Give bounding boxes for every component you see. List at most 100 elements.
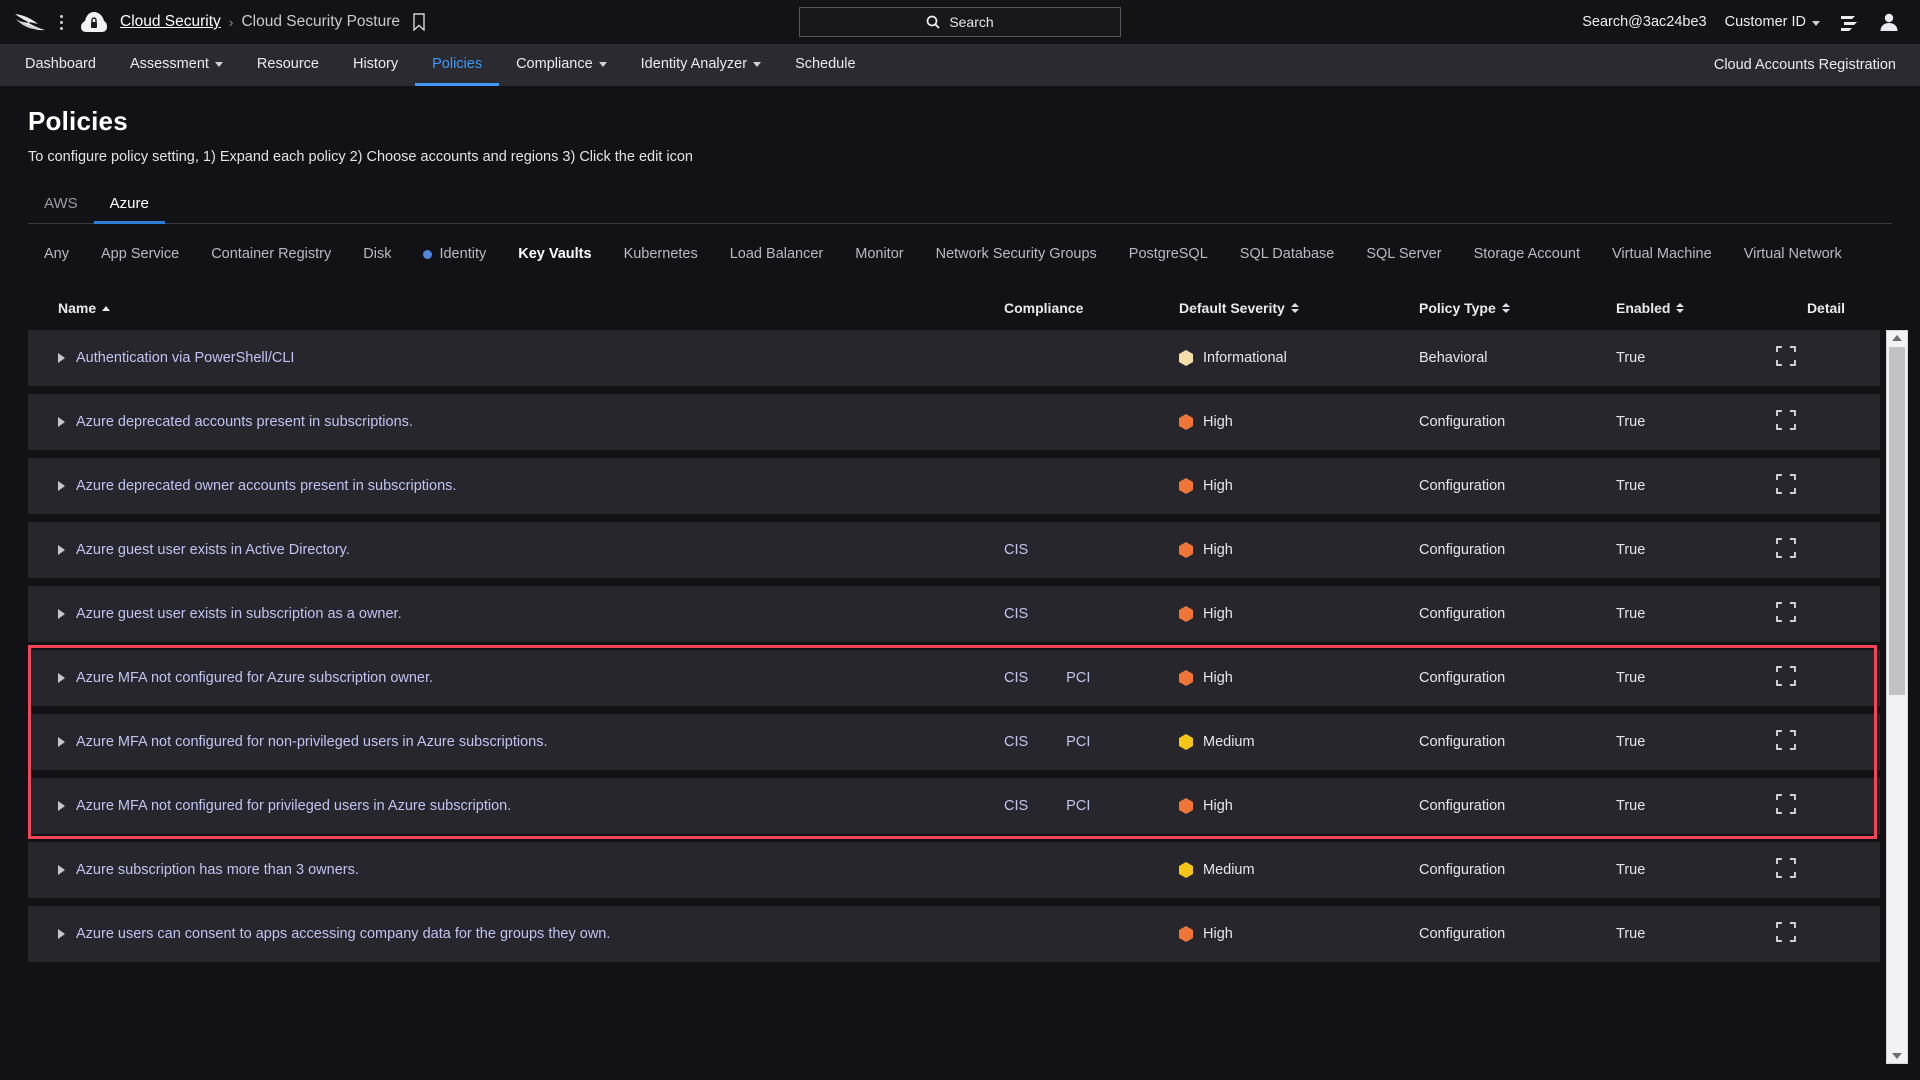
- policy-name-link[interactable]: Azure guest user exists in subscription …: [76, 606, 402, 622]
- nav-item-compliance[interactable]: Compliance: [499, 44, 624, 86]
- service-filter-virtual-machine[interactable]: Virtual Machine: [1596, 238, 1728, 270]
- kebab-menu-icon[interactable]: [52, 10, 70, 34]
- expand-row-icon[interactable]: [58, 353, 65, 363]
- column-header-name[interactable]: Name: [32, 300, 1004, 316]
- expand-detail-icon[interactable]: [1776, 538, 1796, 558]
- compliance-tag[interactable]: PCI: [1066, 734, 1090, 750]
- vertical-scrollbar[interactable]: [1886, 330, 1908, 1064]
- expand-detail-icon[interactable]: [1776, 922, 1796, 942]
- tab-azure[interactable]: Azure: [94, 189, 165, 224]
- customer-id-dropdown[interactable]: Customer ID: [1725, 14, 1820, 30]
- tab-aws[interactable]: AWS: [28, 189, 94, 224]
- service-filter-storage-account[interactable]: Storage Account: [1458, 238, 1596, 270]
- service-filter-monitor[interactable]: Monitor: [839, 238, 919, 270]
- chevron-down-icon: [215, 62, 223, 67]
- table-row[interactable]: Azure guest user exists in subscription …: [28, 586, 1880, 642]
- table-row[interactable]: Azure subscription has more than 3 owner…: [28, 842, 1880, 898]
- policy-name-link[interactable]: Azure MFA not configured for privileged …: [76, 798, 511, 814]
- compliance-tag[interactable]: CIS: [1004, 734, 1028, 750]
- service-filter-kubernetes[interactable]: Kubernetes: [608, 238, 714, 270]
- expand-row-icon[interactable]: [58, 929, 65, 939]
- expand-row-icon[interactable]: [58, 801, 65, 811]
- bookmark-icon[interactable]: [412, 13, 426, 31]
- expand-row-icon[interactable]: [58, 673, 65, 683]
- compliance-tag[interactable]: CIS: [1004, 542, 1028, 558]
- main-nav: Dashboard Assessment Resource History Po…: [0, 44, 1920, 86]
- column-header-policy-type[interactable]: Policy Type: [1419, 300, 1616, 316]
- policy-type-cell: Behavioral: [1419, 350, 1616, 366]
- table-row[interactable]: Azure MFA not configured for Azure subsc…: [28, 650, 1880, 706]
- policy-name-link[interactable]: Azure subscription has more than 3 owner…: [76, 862, 359, 878]
- service-filter-load-balancer[interactable]: Load Balancer: [714, 238, 840, 270]
- expand-row-icon[interactable]: [58, 865, 65, 875]
- list-view-icon[interactable]: [1838, 11, 1860, 33]
- expand-row-icon[interactable]: [58, 481, 65, 491]
- service-filter-sql-server[interactable]: SQL Server: [1350, 238, 1457, 270]
- policy-type-cell: Configuration: [1419, 926, 1616, 942]
- service-filter-sql-database[interactable]: SQL Database: [1224, 238, 1351, 270]
- breadcrumb-separator: ›: [229, 14, 234, 30]
- table-row[interactable]: Azure MFA not configured for non-privile…: [28, 714, 1880, 770]
- service-filter-network-security-groups[interactable]: Network Security Groups: [920, 238, 1113, 270]
- policy-type-cell: Configuration: [1419, 414, 1616, 430]
- table-row[interactable]: Azure guest user exists in Active Direct…: [28, 522, 1880, 578]
- service-filter-key-vaults[interactable]: Key Vaults: [502, 238, 607, 270]
- expand-row-icon[interactable]: [58, 545, 65, 555]
- expand-detail-icon[interactable]: [1776, 410, 1796, 430]
- breadcrumb-root-link[interactable]: Cloud Security: [120, 13, 221, 31]
- policy-name-link[interactable]: Azure MFA not configured for non-privile…: [76, 734, 548, 750]
- policy-name-link[interactable]: Azure guest user exists in Active Direct…: [76, 542, 350, 558]
- expand-row-icon[interactable]: [58, 737, 65, 747]
- service-filter-postgresql[interactable]: PostgreSQL: [1113, 238, 1224, 270]
- nav-item-policies[interactable]: Policies: [415, 44, 499, 86]
- service-filter-any[interactable]: Any: [28, 238, 85, 270]
- policy-name-link[interactable]: Azure users can consent to apps accessin…: [76, 926, 610, 942]
- scrollbar-thumb[interactable]: [1889, 347, 1905, 695]
- account-name[interactable]: Search@3ac24be3: [1582, 14, 1706, 30]
- nav-item-dashboard[interactable]: Dashboard: [8, 44, 113, 86]
- compliance-tag[interactable]: PCI: [1066, 670, 1090, 686]
- expand-detail-icon[interactable]: [1776, 730, 1796, 750]
- nav-item-identity-analyzer[interactable]: Identity Analyzer: [624, 44, 778, 86]
- policy-name-link[interactable]: Azure MFA not configured for Azure subsc…: [76, 670, 433, 686]
- expand-row-icon[interactable]: [58, 417, 65, 427]
- service-filter-virtual-network[interactable]: Virtual Network: [1728, 238, 1858, 270]
- service-filter-disk[interactable]: Disk: [347, 238, 407, 270]
- expand-row-icon[interactable]: [58, 609, 65, 619]
- policy-name-link[interactable]: Authentication via PowerShell/CLI: [76, 350, 294, 366]
- table-row[interactable]: Authentication via PowerShell/CLIInforma…: [28, 330, 1880, 386]
- search-input[interactable]: Search: [799, 7, 1121, 37]
- nav-item-assessment[interactable]: Assessment: [113, 44, 240, 86]
- selected-indicator-icon: [423, 250, 432, 259]
- compliance-tag[interactable]: CIS: [1004, 606, 1028, 622]
- nav-item-schedule[interactable]: Schedule: [778, 44, 872, 86]
- compliance-tag[interactable]: PCI: [1066, 798, 1090, 814]
- expand-detail-icon[interactable]: [1776, 346, 1796, 366]
- nav-item-history[interactable]: History: [336, 44, 415, 86]
- compliance-tag[interactable]: CIS: [1004, 798, 1028, 814]
- column-header-default-severity[interactable]: Default Severity: [1179, 300, 1419, 316]
- cloud-accounts-registration-link[interactable]: Cloud Accounts Registration: [1714, 44, 1920, 86]
- user-avatar-icon[interactable]: [1878, 11, 1900, 33]
- service-filter-app-service[interactable]: App Service: [85, 238, 195, 270]
- expand-detail-icon[interactable]: [1776, 474, 1796, 494]
- policy-name-link[interactable]: Azure deprecated accounts present in sub…: [76, 414, 413, 430]
- expand-detail-icon[interactable]: [1776, 666, 1796, 686]
- compliance-tag[interactable]: CIS: [1004, 670, 1028, 686]
- page-subtitle: To configure policy setting, 1) Expand e…: [28, 149, 1920, 165]
- scroll-up-arrow-icon[interactable]: [1892, 335, 1902, 341]
- expand-detail-icon[interactable]: [1776, 602, 1796, 622]
- policy-name-link[interactable]: Azure deprecated owner accounts present …: [76, 478, 456, 494]
- service-filter-identity[interactable]: Identity: [407, 238, 502, 270]
- service-filter-container-registry[interactable]: Container Registry: [195, 238, 347, 270]
- table-row[interactable]: Azure deprecated accounts present in sub…: [28, 394, 1880, 450]
- scroll-down-arrow-icon[interactable]: [1892, 1053, 1902, 1059]
- column-header-compliance[interactable]: Compliance: [1004, 300, 1179, 316]
- table-row[interactable]: Azure MFA not configured for privileged …: [28, 778, 1880, 834]
- table-row[interactable]: Azure deprecated owner accounts present …: [28, 458, 1880, 514]
- expand-detail-icon[interactable]: [1776, 858, 1796, 878]
- column-header-enabled[interactable]: Enabled: [1616, 300, 1776, 316]
- nav-item-resource[interactable]: Resource: [240, 44, 336, 86]
- table-row[interactable]: Azure users can consent to apps accessin…: [28, 906, 1880, 962]
- expand-detail-icon[interactable]: [1776, 794, 1796, 814]
